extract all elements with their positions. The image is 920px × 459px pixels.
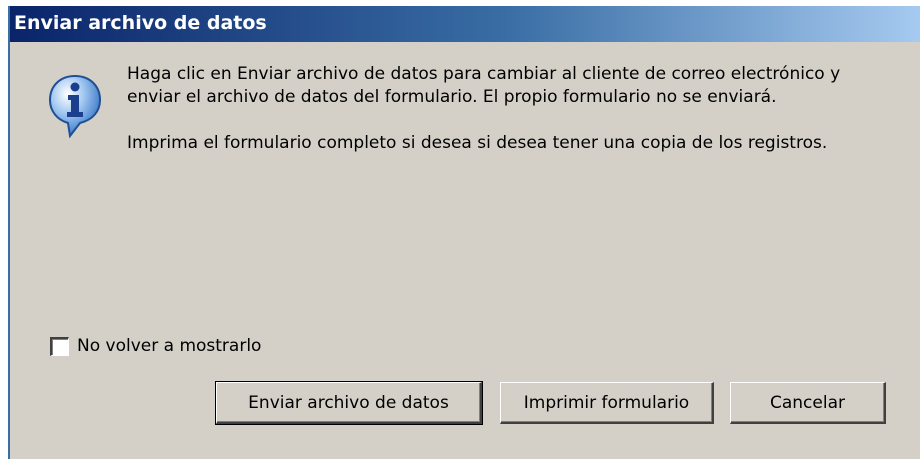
info-icon <box>48 74 102 138</box>
cancel-button[interactable]: Cancelar <box>730 382 886 424</box>
dialog-title: Enviar archivo de datos <box>14 12 267 34</box>
message-paragraph-2: Imprima el formulario completo si desea … <box>127 133 828 153</box>
print-form-button[interactable]: Imprimir formulario <box>500 382 714 424</box>
dont-show-again-row[interactable]: No volver a mostrarlo <box>50 336 261 356</box>
dialog-message: Haga clic en Enviar archivo de datos par… <box>127 63 877 178</box>
dialog-window: Enviar archivo de datos Haga clic en Env… <box>8 6 920 459</box>
message-paragraph-1: Haga clic en Enviar archivo de datos par… <box>127 64 841 107</box>
dont-show-again-label[interactable]: No volver a mostrarlo <box>77 336 261 356</box>
dont-show-again-checkbox[interactable] <box>50 336 69 356</box>
send-data-file-button[interactable]: Enviar archivo de datos <box>215 381 483 425</box>
title-bar[interactable]: Enviar archivo de datos <box>10 6 920 42</box>
